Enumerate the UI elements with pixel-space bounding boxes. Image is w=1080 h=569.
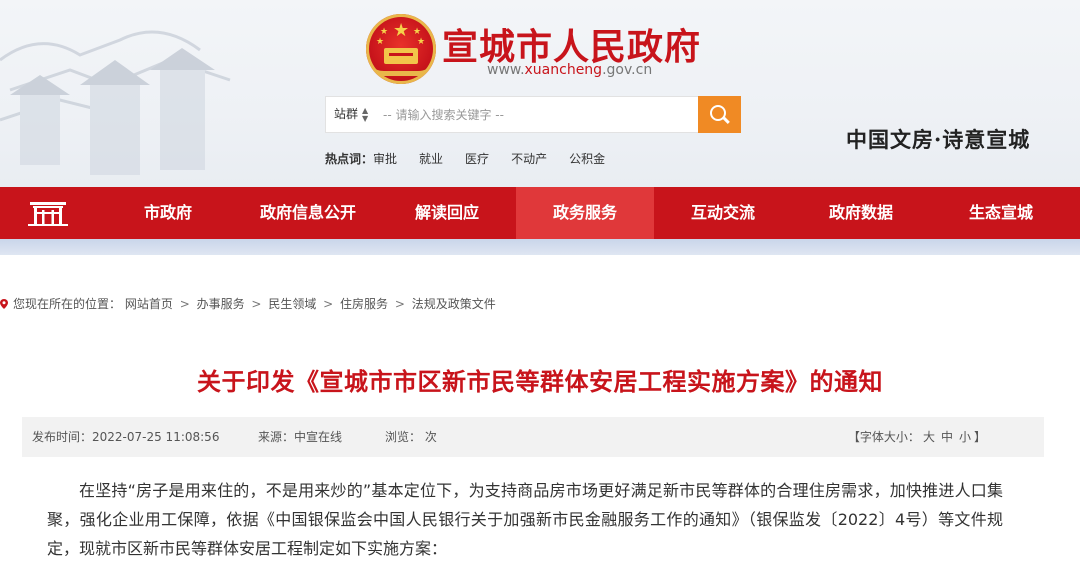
location-pin-icon [0,299,8,309]
article-paragraph: 在坚持“房子是用来住的，不是用来炒的”基本定位下，为支持商品房市场更好满足新市民… [47,481,1003,558]
hot-keyword[interactable]: 公积金 [569,152,605,166]
nav-item-ecology-xuancheng[interactable]: 生态宣城 [946,187,1056,239]
nav-item-interpretation[interactable]: 解读回应 [392,187,502,239]
article-title: 关于印发《宣城市市区新市民等群体安居工程实施方案》的通知 [197,368,883,396]
city-slogan: 中国文房·诗意宣城 [846,127,1031,152]
nav-item-government-data[interactable]: 政府数据 [806,187,916,239]
font-size-large-button[interactable]: 大 [923,430,935,444]
breadcrumb-item[interactable]: 民生领域 [268,297,316,311]
hot-keyword[interactable]: 就业 [419,152,443,166]
search-icon [709,104,726,121]
search-button[interactable] [698,96,741,133]
search-scope-select[interactable]: 站群 ▲ ▼ [334,97,368,132]
hot-keyword[interactable]: 审批 [373,152,397,166]
hot-keyword[interactable]: 医疗 [465,152,489,166]
font-size-switcher: 【字体大小：大中小】 [847,430,986,444]
breadcrumb-item[interactable]: 办事服务 [197,297,245,311]
font-size-small-button[interactable]: 小 [959,430,971,444]
publish-time: 发布时间：2022-07-25 11:08:56 [32,430,220,444]
hot-keyword[interactable]: 不动产 [511,152,547,166]
site-url: www.xuancheng.gov.cn [487,62,653,78]
breadcrumb-item[interactable]: 法规及政策文件 [412,297,496,311]
breadcrumb: 您现在所在的位置： 网站首页 > 办事服务 > 民生领域 > 住房服务 > 法规… [0,295,496,312]
view-count: 浏览： 次 [385,430,437,444]
nav-item-interaction[interactable]: 互动交流 [668,187,778,239]
article-body: 在坚持“房子是用来住的，不是用来炒的”基本定位下，为支持商品房市场更好满足新市民… [47,476,1003,563]
search-input[interactable] [383,102,693,127]
nav-item-city-government[interactable]: 市政府 [113,187,223,239]
main-nav: 市政府 政府信息公开 解读回应 政务服务 互动交流 政府数据 生态宣城 [0,187,1080,239]
article-source: 来源：中宣在线 [258,430,343,444]
search-bar: 站群 ▲ ▼ [325,96,741,133]
breadcrumb-item[interactable]: 住房服务 [340,297,388,311]
nav-item-info-disclosure[interactable]: 政府信息公开 [238,187,378,239]
national-emblem-logo: ★ ★ ★ ★ ★ [366,14,436,84]
header-banner: ★ ★ ★ ★ ★ 宣城市人民政府 www.xuancheng.gov.cn 站… [0,0,1080,187]
nav-item-government-services[interactable]: 政务服务 [516,187,654,239]
font-size-medium-button[interactable]: 中 [941,430,953,444]
nav-decorative-strip [0,239,1080,255]
home-gate-icon[interactable] [28,199,68,227]
sort-arrows-icon: ▲ ▼ [362,105,369,123]
hot-keywords: 热点词：审批 就业 医疗 不动产 公积金 [325,152,606,166]
article-meta-bar: 发布时间：2022-07-25 11:08:56 来源：中宣在线 浏览： 次 【… [22,417,1044,457]
breadcrumb-item[interactable]: 网站首页 [125,297,173,311]
ancient-architecture-illustration [0,30,231,175]
